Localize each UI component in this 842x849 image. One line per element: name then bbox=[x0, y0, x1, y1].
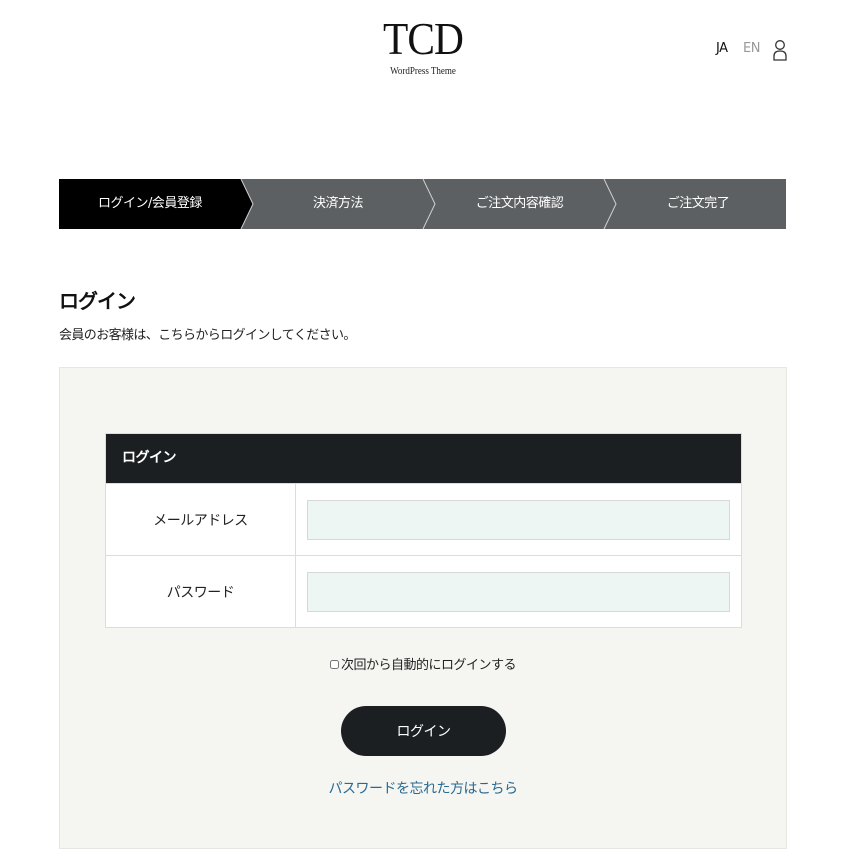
login-panel: ログイン メールアドレス パスワード 次回から自動的にログインする ログイン パ… bbox=[59, 367, 787, 849]
page-title: ログイン bbox=[59, 289, 136, 313]
password-label: パスワード bbox=[106, 556, 296, 627]
checkout-steps: ログイン/会員登録 決済方法 ご注文内容確認 ご注文完了 bbox=[59, 179, 786, 229]
email-label: メールアドレス bbox=[106, 484, 296, 555]
login-table: ログイン メールアドレス パスワード bbox=[105, 433, 742, 628]
remember-me-checkbox[interactable] bbox=[329, 660, 339, 669]
remember-me: 次回から自動的にログインする bbox=[60, 654, 786, 673]
password-row: パスワード bbox=[106, 555, 741, 627]
remember-me-label[interactable]: 次回から自動的にログインする bbox=[341, 658, 517, 673]
step-payment-method: 決済方法 bbox=[312, 196, 364, 211]
user-icon[interactable] bbox=[772, 39, 788, 61]
step-order-complete: ご注文完了 bbox=[666, 196, 730, 211]
password-field-cell bbox=[296, 556, 741, 627]
site-logo[interactable]: TCD WordPress Theme bbox=[371, 13, 475, 78]
email-row: メールアドレス bbox=[106, 483, 741, 555]
email-field-cell bbox=[296, 484, 741, 555]
logo-title: TCD bbox=[382, 13, 464, 64]
login-table-title: ログイン bbox=[106, 434, 741, 483]
lang-en-link[interactable]: EN bbox=[743, 41, 760, 56]
step-order-confirm: ご注文内容確認 bbox=[475, 196, 564, 211]
logo-subtitle: WordPress Theme bbox=[390, 66, 456, 77]
intro-text: 会員のお客様は、こちらからログインしてください。 bbox=[59, 328, 356, 343]
lang-ja-link[interactable]: JA bbox=[716, 41, 728, 56]
forgot-password-link[interactable]: パスワードを忘れた方はこちら bbox=[60, 778, 786, 798]
step-login-register: ログイン/会員登録 bbox=[98, 196, 202, 211]
email-field[interactable] bbox=[307, 499, 730, 540]
password-field[interactable] bbox=[307, 571, 730, 612]
login-button[interactable]: ログイン bbox=[341, 706, 506, 756]
